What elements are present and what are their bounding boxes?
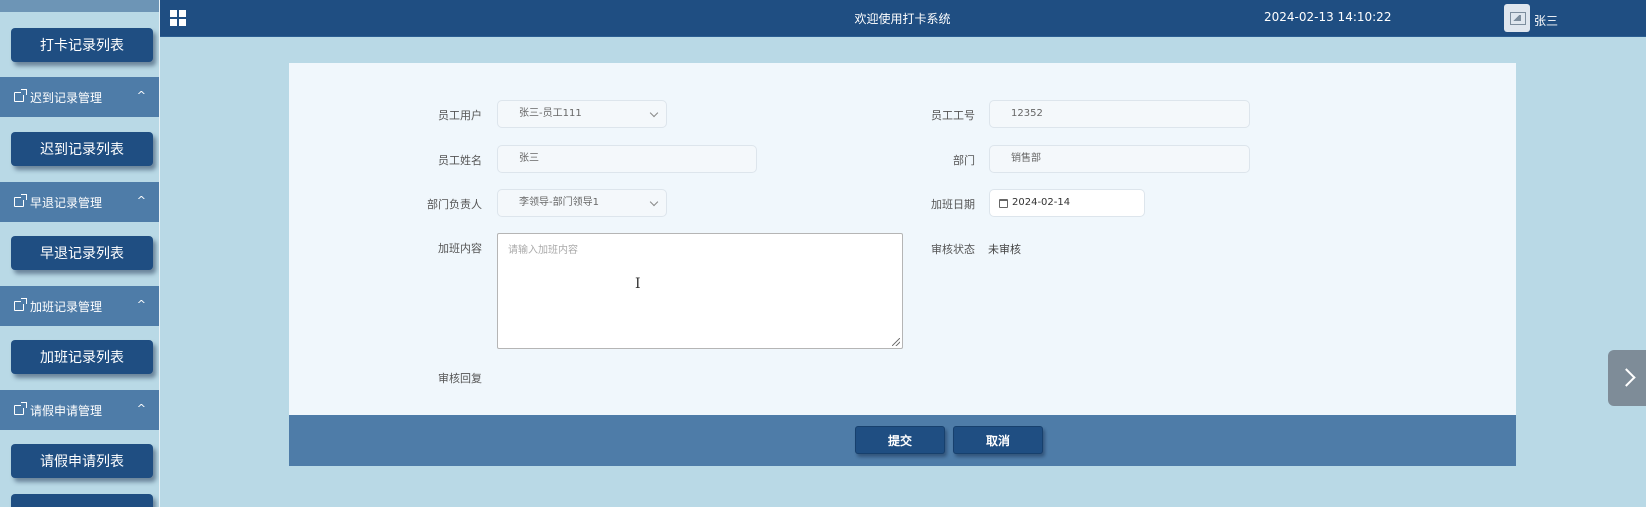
department-field[interactable]: 销售部 — [989, 145, 1250, 173]
dept-leader-label: 部门负责人 — [427, 198, 482, 211]
edit-icon — [14, 89, 27, 102]
review-status-label: 审核状态 — [931, 243, 975, 256]
sidebar-group-leave-requests[interactable]: 请假申请管理 ^ — [0, 390, 159, 430]
overtime-content-label: 加班内容 — [438, 242, 482, 255]
sidebar-item-partial[interactable] — [11, 494, 153, 507]
chevron-up-icon: ^ — [136, 402, 146, 415]
sidebar-item-punch-records[interactable]: 打卡记录列表 — [11, 28, 153, 62]
edit-icon — [14, 194, 27, 207]
review-status-value: 未审核 — [988, 243, 1021, 256]
text-cursor-icon: I — [635, 276, 641, 292]
dept-leader-value: 李领导-部门领导1 — [519, 197, 599, 208]
chevron-down-icon — [649, 197, 659, 207]
employee-name-value: 张三 — [519, 153, 539, 164]
employee-user-value: 张三-员工111 — [519, 108, 582, 119]
overtime-date-label: 加班日期 — [931, 198, 975, 211]
submit-button[interactable]: 提交 — [855, 426, 945, 454]
overtime-date-picker[interactable]: 2024-02-14 — [989, 189, 1145, 217]
employee-user-label: 员工用户 — [438, 109, 482, 122]
sidebar-group-label: 加班记录管理 — [30, 299, 103, 314]
sidebar-group-overtime[interactable]: 加班记录管理 ^ — [0, 286, 159, 326]
employee-user-select[interactable]: 张三-员工111 — [497, 100, 667, 128]
sidebar: 打卡记录列表 迟到记录管理 ^ 迟到记录列表 早退记录管理 ^ 早退记录列表 加… — [0, 0, 160, 507]
employee-no-field[interactable]: 12352 — [989, 100, 1250, 128]
sidebar-item-early-leave-records[interactable]: 早退记录列表 — [11, 236, 153, 270]
chevron-up-icon: ^ — [136, 298, 146, 311]
edit-icon — [14, 298, 27, 311]
sidebar-item-leave-requests[interactable]: 请假申请列表 — [11, 444, 153, 478]
overtime-date-value: 2024-02-14 — [1012, 197, 1071, 208]
dept-leader-select[interactable]: 李领导-部门领导1 — [497, 189, 667, 217]
sidebar-top-strip — [0, 0, 159, 12]
chevron-up-icon: ^ — [136, 89, 146, 102]
current-datetime: 2024-02-13 14:10:22 — [1264, 10, 1392, 24]
sidebar-group-label: 迟到记录管理 — [30, 90, 103, 105]
chevron-right-icon[interactable] — [1608, 350, 1646, 406]
sidebar-item-overtime-records[interactable]: 加班记录列表 — [11, 340, 153, 374]
employee-no-value: 12352 — [1011, 108, 1043, 119]
cancel-button[interactable]: 取消 — [953, 426, 1043, 454]
employee-name-label: 员工姓名 — [438, 154, 482, 167]
overtime-content-textarea[interactable]: 请输入加班内容 — [497, 233, 903, 349]
resize-handle-icon[interactable] — [892, 338, 900, 346]
employee-name-field[interactable]: 张三 — [497, 145, 757, 173]
sidebar-group-early-leave[interactable]: 早退记录管理 ^ — [0, 182, 159, 222]
sidebar-group-label: 请假申请管理 — [30, 403, 103, 418]
edit-icon — [14, 402, 27, 415]
employee-no-label: 员工工号 — [931, 109, 975, 122]
review-reply-label: 审核回复 — [438, 372, 482, 385]
page-title: 欢迎使用打卡系统 — [854, 12, 951, 26]
username[interactable]: 张三 — [1534, 12, 1558, 29]
avatar-image-icon[interactable] — [1504, 4, 1530, 32]
sidebar-group-label: 早退记录管理 — [30, 195, 103, 210]
department-label: 部门 — [953, 154, 975, 167]
calendar-icon — [999, 199, 1008, 208]
sidebar-group-late-records[interactable]: 迟到记录管理 ^ — [0, 77, 159, 117]
overtime-content-placeholder: 请输入加班内容 — [508, 245, 578, 256]
form-action-bar: 提交 取消 — [289, 415, 1516, 466]
department-value: 销售部 — [1011, 153, 1041, 164]
sidebar-item-late-records[interactable]: 迟到记录列表 — [11, 132, 153, 166]
top-header: 欢迎使用打卡系统 2024-02-13 14:10:22 张三 — [160, 0, 1646, 37]
chevron-down-icon — [649, 108, 659, 118]
chevron-up-icon: ^ — [136, 194, 146, 207]
